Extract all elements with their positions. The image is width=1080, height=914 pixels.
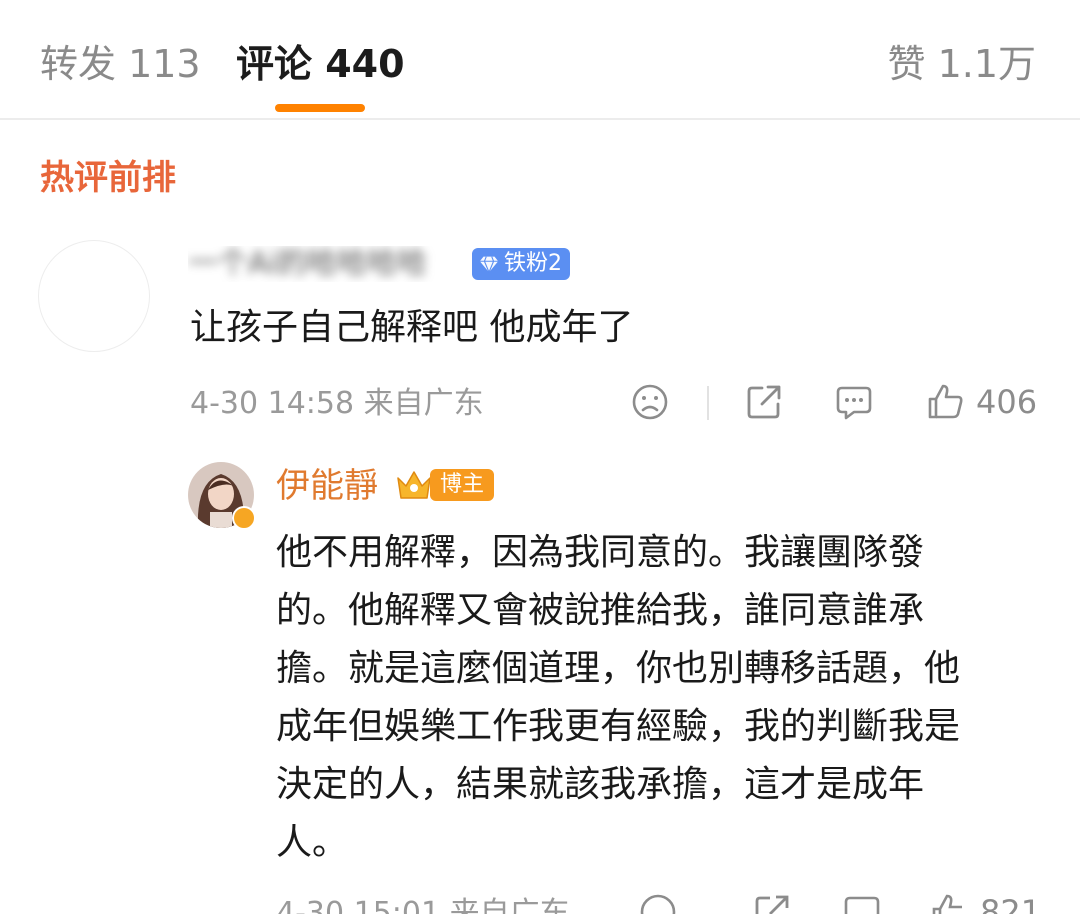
reply-line: 擔。就是這麼個道理，你也別轉移話題，他 xyxy=(276,648,961,689)
reply-meta: 4-30 15:01 来自广东 xyxy=(276,896,570,914)
reply-button[interactable] xyxy=(834,382,874,422)
share-button[interactable] xyxy=(744,382,784,422)
reply-dislike-button[interactable] xyxy=(638,892,678,914)
dislike-button[interactable] xyxy=(630,382,670,422)
tab-bar: 转发 113 评论 440 赞 1.1万 xyxy=(0,0,1080,120)
active-tab-indicator xyxy=(275,104,365,112)
share-icon xyxy=(747,385,781,419)
thumbs-up-icon xyxy=(932,894,962,914)
avatar[interactable] xyxy=(38,240,150,352)
reply-reply-button[interactable] xyxy=(842,892,882,914)
reply-line: 人。 xyxy=(276,822,349,863)
comment-meta: 4-30 14:58 来自广东 xyxy=(190,386,484,421)
tab-repost[interactable]: 转发 113 xyxy=(40,40,201,88)
sad-face-icon xyxy=(632,384,668,420)
share-icon xyxy=(755,895,789,914)
reply-share-button[interactable] xyxy=(752,892,792,914)
weibo-comments-page: 转发 113 评论 440 赞 1.1万 热评前排 一个Ai的哈哈哈哈 铁粉2 … xyxy=(0,0,1080,914)
reply-line: 他不用解釋，因為我同意的。我讓團隊發 xyxy=(276,532,925,573)
verified-badge-icon xyxy=(232,506,256,530)
comment-bubble-icon xyxy=(836,386,872,420)
comment-text: 让孩子自己解释吧 他成年了 xyxy=(190,307,634,348)
reply-line: 決定的人，結果就該我承擔，這才是成年 xyxy=(276,764,925,805)
like-count: 406 xyxy=(976,383,1038,421)
comment-username[interactable]: 一个Ai的哈哈哈哈 xyxy=(188,246,464,282)
thumbs-up-icon xyxy=(928,384,963,419)
tab-like[interactable]: 赞 1.1万 xyxy=(887,40,1036,88)
blogger-username[interactable]: 伊能靜 xyxy=(276,464,378,508)
fan-badge[interactable]: 铁粉2 xyxy=(472,248,570,280)
like-count: 821 xyxy=(980,893,1042,914)
reply-like-button[interactable]: 821 xyxy=(930,892,1041,914)
reply-line: 的。他解釋又會被說推給我，誰同意誰承 xyxy=(276,590,925,631)
section-title: 热评前排 xyxy=(40,158,176,198)
diamond-icon xyxy=(479,256,499,274)
reply-line: 成年但娛樂工作我更有經驗，我的判斷我是 xyxy=(276,706,961,747)
username-text: 一个Ai的哈哈哈哈 xyxy=(188,246,427,281)
blogger-badge: 博主 xyxy=(394,466,495,504)
action-divider xyxy=(707,386,709,420)
blogger-badge-label: 博主 xyxy=(430,469,495,501)
comment-bubble-icon xyxy=(844,896,880,914)
fan-badge-label: 铁粉2 xyxy=(504,251,562,276)
like-button[interactable]: 406 xyxy=(926,382,1037,422)
reply-text: 他不用解釋，因為我同意的。我讓團隊發 的。他解釋又會被說推給我，誰同意誰承 擔。… xyxy=(276,524,1046,872)
crown-icon xyxy=(397,471,431,499)
sad-face-icon xyxy=(640,894,676,914)
tab-comment[interactable]: 评论 440 xyxy=(236,40,405,88)
